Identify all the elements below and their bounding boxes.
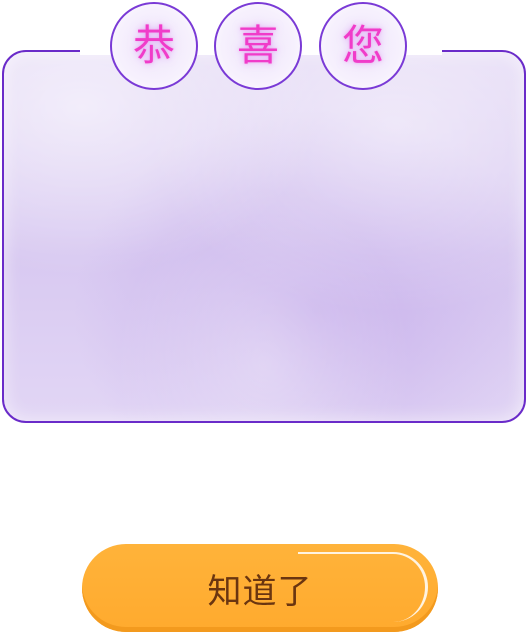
title-char-1: 恭 [132,21,175,70]
title-badge-1: 恭 [110,2,198,90]
confirm-button-label: 知道了 [207,571,313,612]
title-badge-2: 喜 [214,2,302,90]
title-char-2: 喜 [236,21,279,70]
confirm-button[interactable]: 知道了 [82,544,438,632]
title-badge-3: 您 [319,2,407,90]
dialog-card [2,50,526,423]
congrats-dialog: 恭 喜 您 知道了 [0,0,530,634]
dialog-title: 恭 喜 您 [108,2,414,94]
title-char-3: 您 [341,21,384,70]
button-gloss-highlight [298,552,428,622]
